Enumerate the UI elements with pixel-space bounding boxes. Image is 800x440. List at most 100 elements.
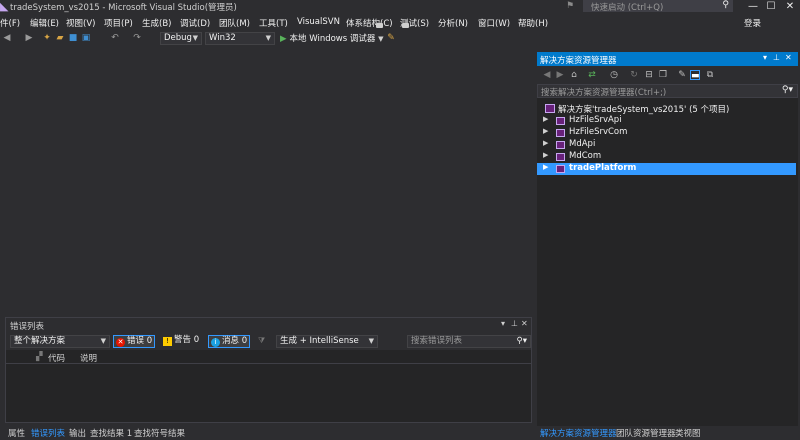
- close-icon[interactable]: ✕: [521, 319, 528, 328]
- project-label: HzFileSrvCom: [569, 127, 628, 137]
- platform-dropdown[interactable]: Win32 ▼: [205, 32, 275, 45]
- menu-debug[interactable]: 调试(D): [180, 17, 210, 29]
- show-all-files-icon[interactable]: ❐: [658, 70, 668, 80]
- minimize-button[interactable]: —: [745, 0, 761, 13]
- redo-icon[interactable]: ↷: [132, 33, 142, 43]
- messages-label: 消息 0: [222, 336, 248, 346]
- column-header-description[interactable]: 说明: [80, 352, 97, 364]
- tree-item-project-selected[interactable]: ▶ tradePlatform: [537, 163, 796, 175]
- sync-icon[interactable]: ⇄: [587, 70, 597, 80]
- menu-help[interactable]: 帮助(H): [518, 17, 548, 29]
- undo-icon[interactable]: ↶: [110, 33, 120, 43]
- save-icon[interactable]: ■: [68, 33, 78, 43]
- panel-menu-icon[interactable]: ▾: [501, 319, 505, 328]
- warnings-filter-button[interactable]: ! 警告 0: [161, 335, 201, 348]
- expand-arrow-icon[interactable]: ▶: [543, 163, 548, 171]
- search-icon[interactable]: ⚲: [722, 0, 729, 10]
- expand-arrow-icon[interactable]: ▶: [543, 115, 548, 123]
- tab-class-view[interactable]: 类视图: [675, 427, 701, 439]
- run-label: 本地 Windows 调试器: [289, 34, 376, 44]
- panel-menu-icon[interactable]: ▾: [763, 53, 767, 62]
- menu-view[interactable]: 视图(V): [66, 17, 95, 29]
- expand-arrow-icon[interactable]: ▶: [543, 139, 548, 147]
- expand-arrow-icon[interactable]: ▶: [543, 127, 548, 135]
- pin-icon[interactable]: ⊥: [511, 319, 518, 328]
- pending-changes-icon[interactable]: ◷: [609, 70, 619, 80]
- home-icon[interactable]: ⌂: [569, 70, 579, 80]
- tab-find-symbol-results[interactable]: 查找符号结果: [134, 427, 185, 439]
- build-filter-dropdown[interactable]: 生成 + IntelliSense ▼: [276, 335, 378, 348]
- filter-icon[interactable]: ⧩: [258, 336, 265, 346]
- close-button[interactable]: ✕: [782, 0, 798, 13]
- preview-selected-icon[interactable]: ▬: [690, 70, 700, 81]
- menu-team[interactable]: 团队(M): [219, 17, 250, 29]
- tab-find-results[interactable]: 查找结果 1: [90, 427, 132, 439]
- menu-analyze[interactable]: 分析(N): [438, 17, 468, 29]
- tree-item-project[interactable]: ▶ MdCom: [537, 151, 796, 163]
- error-list-search-input[interactable]: 搜索错误列表 ⚲▾: [407, 335, 531, 348]
- forward-icon[interactable]: ▶: [555, 70, 565, 80]
- menu-window[interactable]: 窗口(W): [478, 17, 510, 29]
- menu-architecture[interactable]: 体系结构(C): [346, 17, 393, 29]
- error-list-title: 错误列表: [10, 322, 45, 332]
- feedback-smile-icon[interactable]: [402, 23, 409, 28]
- project-label: tradePlatform: [569, 163, 637, 173]
- tab-properties[interactable]: 属性: [8, 427, 25, 439]
- search-icon[interactable]: ⚲▾: [517, 336, 528, 347]
- refresh-icon[interactable]: ↻: [629, 70, 639, 80]
- error-icon: ✕: [116, 338, 125, 347]
- solution-explorer-search-input[interactable]: 搜索解决方案资源管理器(Ctrl+;) ⚲▾: [537, 84, 798, 98]
- column-header-code[interactable]: 代码: [48, 352, 65, 364]
- start-debugging-button[interactable]: ▶ 本地 Windows 调试器 ▼: [280, 32, 384, 44]
- sign-in-link[interactable]: 登录: [744, 17, 761, 29]
- platform-value: Win32: [209, 33, 236, 43]
- cpp-project-icon: [556, 141, 565, 149]
- attach-tool-icon[interactable]: ✎: [386, 33, 396, 43]
- menu-file[interactable]: 件(F): [0, 17, 20, 29]
- forward-icon[interactable]: ▶: [24, 33, 34, 43]
- quick-launch-placeholder: 快速启动 (Ctrl+Q): [591, 3, 664, 13]
- class-diagram-icon[interactable]: ⧉: [705, 70, 715, 80]
- menu-project[interactable]: 项目(P): [104, 17, 133, 29]
- collapse-all-icon[interactable]: ⊟: [644, 70, 654, 80]
- tab-solution-explorer[interactable]: 解决方案资源管理器: [540, 427, 617, 439]
- open-folder-icon[interactable]: ▰: [55, 33, 65, 43]
- menu-tools[interactable]: 工具(T): [259, 17, 288, 29]
- search-icon[interactable]: ⚲▾: [782, 85, 793, 95]
- back-icon[interactable]: ◀: [2, 33, 12, 43]
- messages-filter-button[interactable]: i 消息 0: [208, 335, 251, 348]
- configuration-dropdown[interactable]: Debug ▼: [160, 32, 202, 45]
- quick-launch-box[interactable]: 快速启动 (Ctrl+Q) ⚲: [583, 0, 733, 13]
- new-project-icon[interactable]: ✦: [42, 33, 52, 43]
- menu-build[interactable]: 生成(B): [142, 17, 171, 29]
- close-icon[interactable]: ✕: [785, 53, 792, 62]
- menu-edit[interactable]: 编辑(E): [30, 17, 59, 29]
- expand-arrow-icon[interactable]: ▶: [543, 151, 548, 159]
- window-title: tradeSystem_vs2015 - Microsoft Visual St…: [10, 3, 237, 13]
- menu-visualsvn[interactable]: VisualSVN: [297, 17, 340, 27]
- project-label: MdApi: [569, 139, 596, 149]
- back-icon[interactable]: ◀: [542, 70, 552, 80]
- maximize-button[interactable]: ☐: [763, 0, 779, 13]
- info-icon: i: [211, 338, 220, 347]
- notification-flag-icon[interactable]: ⚑: [566, 1, 574, 11]
- tree-item-project[interactable]: ▶ HzFileSrvCom: [537, 127, 796, 139]
- properties-wrench-icon[interactable]: ✎: [677, 70, 687, 80]
- pin-icon[interactable]: ⊥: [773, 53, 780, 62]
- errors-label: 错误 0: [127, 336, 153, 346]
- cpp-project-icon: [556, 129, 565, 137]
- solution-root-node[interactable]: 解决方案'tradeSystem_vs2015' (5 个项目): [537, 103, 796, 115]
- tab-error-list[interactable]: 错误列表: [31, 427, 65, 439]
- solution-explorer-panel: 解决方案资源管理器 ▾ ⊥ ✕ ◀ ▶ ⌂ ⇄ ◷ ↻ ⊟ ❐ ✎ ▬ ⧉ 搜索…: [537, 52, 798, 426]
- tree-item-project[interactable]: ▶ MdApi: [537, 139, 796, 151]
- feedback-icon[interactable]: [376, 23, 383, 28]
- standard-toolbar: ◀ ▶ ✦ ▰ ■ ▣ ↶ ↷ Debug ▼ Win32 ▼ ✎: [0, 30, 800, 47]
- tab-output[interactable]: 输出: [69, 427, 86, 439]
- cpp-project-icon: [556, 117, 565, 125]
- save-all-icon[interactable]: ▣: [81, 33, 91, 43]
- errors-filter-button[interactable]: ✕ 错误 0: [113, 335, 156, 348]
- menu-bar: 件(F) 编辑(E) 视图(V) 项目(P) 生成(B) 调试(D) 团队(M)…: [0, 14, 800, 30]
- tree-item-project[interactable]: ▶ HzFileSrvApi: [537, 115, 796, 127]
- scope-dropdown[interactable]: 整个解决方案 ▼: [10, 335, 110, 348]
- tab-team-explorer[interactable]: 团队资源管理器: [616, 427, 676, 439]
